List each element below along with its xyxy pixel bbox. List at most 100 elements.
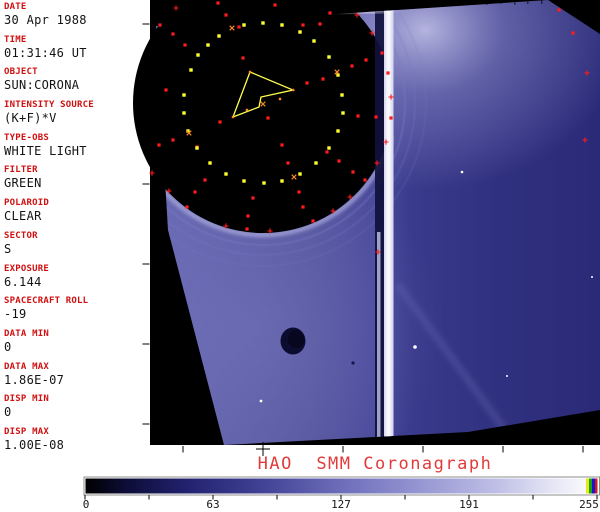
colorbar-label-191: 191	[459, 498, 479, 511]
yellow-ring-dot	[242, 23, 246, 27]
field-label: TIME	[4, 34, 27, 45]
dark-blob	[280, 327, 355, 365]
colorbar-stripe-yellow	[586, 478, 589, 494]
yellow-ring-dot	[189, 68, 193, 72]
red-marker-dot	[171, 32, 175, 36]
yellow-ring-dot	[280, 23, 284, 27]
field-label: SPACECRAFT ROLL	[4, 296, 89, 307]
star-dot	[460, 170, 464, 174]
yellow-ring-dot	[182, 111, 186, 115]
field-value: 01:31:46 UT	[4, 45, 87, 60]
red-cross-marker	[173, 5, 179, 11]
red-cross-marker	[374, 160, 380, 166]
red-marker-dot	[389, 116, 393, 120]
red-cross-marker	[584, 70, 590, 76]
pylon-shadow	[375, 0, 384, 441]
red-marker-dot	[218, 120, 222, 124]
yellow-ring-dot	[261, 21, 265, 25]
yellow-ring-dot	[206, 43, 210, 47]
metadata-field-data-max: DATA MAX 1.86E-07	[4, 362, 150, 395]
metadata-field-exposure: EXPOSURE 6.144	[4, 264, 150, 297]
red-marker-dot	[266, 116, 270, 120]
star-dot	[413, 345, 417, 349]
yellow-ring-dot	[280, 179, 284, 183]
red-marker-dot	[380, 51, 384, 55]
orange-x-marker	[291, 174, 297, 180]
red-marker-dot	[325, 150, 329, 154]
metadata-field-spacecraft-roll: SPACECRAFT ROLL -19	[4, 296, 150, 329]
red-marker-dot	[311, 219, 315, 223]
red-marker-dot	[350, 64, 354, 68]
red-cross-marker	[223, 223, 229, 229]
red-marker-dot	[301, 205, 305, 209]
field-label: DATA MIN	[4, 328, 49, 339]
field-label: INTENSITY SOURCE	[4, 100, 94, 111]
colorbar-stripe-blue	[592, 478, 595, 494]
field-label: OBJECT	[4, 67, 38, 78]
field-value: 0	[4, 405, 12, 420]
colorbar-label-255: 255	[579, 498, 599, 511]
yellow-ring-dot	[182, 93, 186, 97]
red-cross-marker	[354, 12, 360, 18]
red-cross-marker	[267, 228, 273, 234]
colorbar-label-63: 63	[206, 498, 220, 511]
red-marker-dot	[216, 1, 220, 5]
yellow-ring-dot	[298, 172, 302, 176]
red-cross-marker	[582, 137, 588, 143]
yellow-ring-dot	[312, 39, 316, 43]
red-marker-dot	[241, 56, 245, 60]
red-marker-dot	[328, 11, 332, 15]
yellow-ring-dot	[341, 111, 345, 115]
red-marker-dot	[246, 214, 250, 218]
star-dot	[591, 276, 593, 278]
colorbar-label-127: 127	[331, 498, 351, 511]
field-value: S	[4, 241, 12, 256]
field-value: WHITE LIGHT	[4, 143, 87, 158]
orange-x-marker	[229, 25, 235, 31]
metadata-field-sector: SECTOR S	[4, 231, 150, 264]
image-plot-area	[150, 0, 600, 445]
red-marker-dot	[157, 143, 161, 147]
red-cross-marker	[330, 208, 336, 214]
star-dot	[506, 375, 508, 377]
red-marker-dot	[297, 190, 301, 194]
red-marker-dot	[351, 170, 355, 174]
yellow-ring-dot	[208, 161, 212, 165]
yellow-ring-dot	[336, 129, 340, 133]
field-label: SECTOR	[4, 230, 38, 241]
field-label: TYPE-OBS	[4, 132, 49, 143]
red-marker-dot	[195, 145, 199, 149]
field-value: SUN:CORONA	[4, 78, 80, 93]
field-value: 0	[4, 339, 12, 354]
red-marker-dot	[364, 58, 368, 62]
red-marker-dot	[164, 88, 168, 92]
metadata-field-type-obs: TYPE-OBS WHITE LIGHT	[4, 133, 150, 166]
yellow-ring-dot	[224, 172, 228, 176]
metadata-field-filter: FILTER GREEN	[4, 165, 150, 198]
red-marker-dot	[183, 43, 187, 47]
field-label: DATA MAX	[4, 361, 49, 372]
metadata-field-object: OBJECT SUN:CORONA	[4, 67, 150, 100]
red-marker-dot	[557, 8, 561, 12]
red-marker-dot	[185, 205, 189, 209]
bright-glow-region	[225, 0, 600, 190]
red-marker-dot	[374, 115, 378, 119]
field-value: (K+F)*V	[4, 111, 57, 126]
polygon-vertex-marker	[231, 115, 235, 119]
orange-x-marker	[186, 130, 192, 136]
red-marker-dot	[203, 178, 207, 182]
image-title: HAO SMM Coronagraph	[257, 454, 493, 474]
orange-x-marker	[260, 101, 266, 107]
red-marker-dot	[224, 13, 228, 17]
yellow-ring-dot	[327, 55, 331, 59]
overlay-markers	[149, 1, 593, 403]
field-value: -19	[4, 307, 27, 322]
yellow-ring-dot	[196, 53, 200, 57]
metadata-field-polaroid: POLAROID CLEAR	[4, 198, 150, 231]
red-marker-dot	[158, 23, 162, 27]
red-marker-dot	[193, 190, 197, 194]
red-cross-marker	[369, 30, 375, 36]
disk-rim-glow	[156, 130, 394, 238]
colorbar	[83, 476, 600, 500]
red-cross-marker	[375, 249, 381, 255]
